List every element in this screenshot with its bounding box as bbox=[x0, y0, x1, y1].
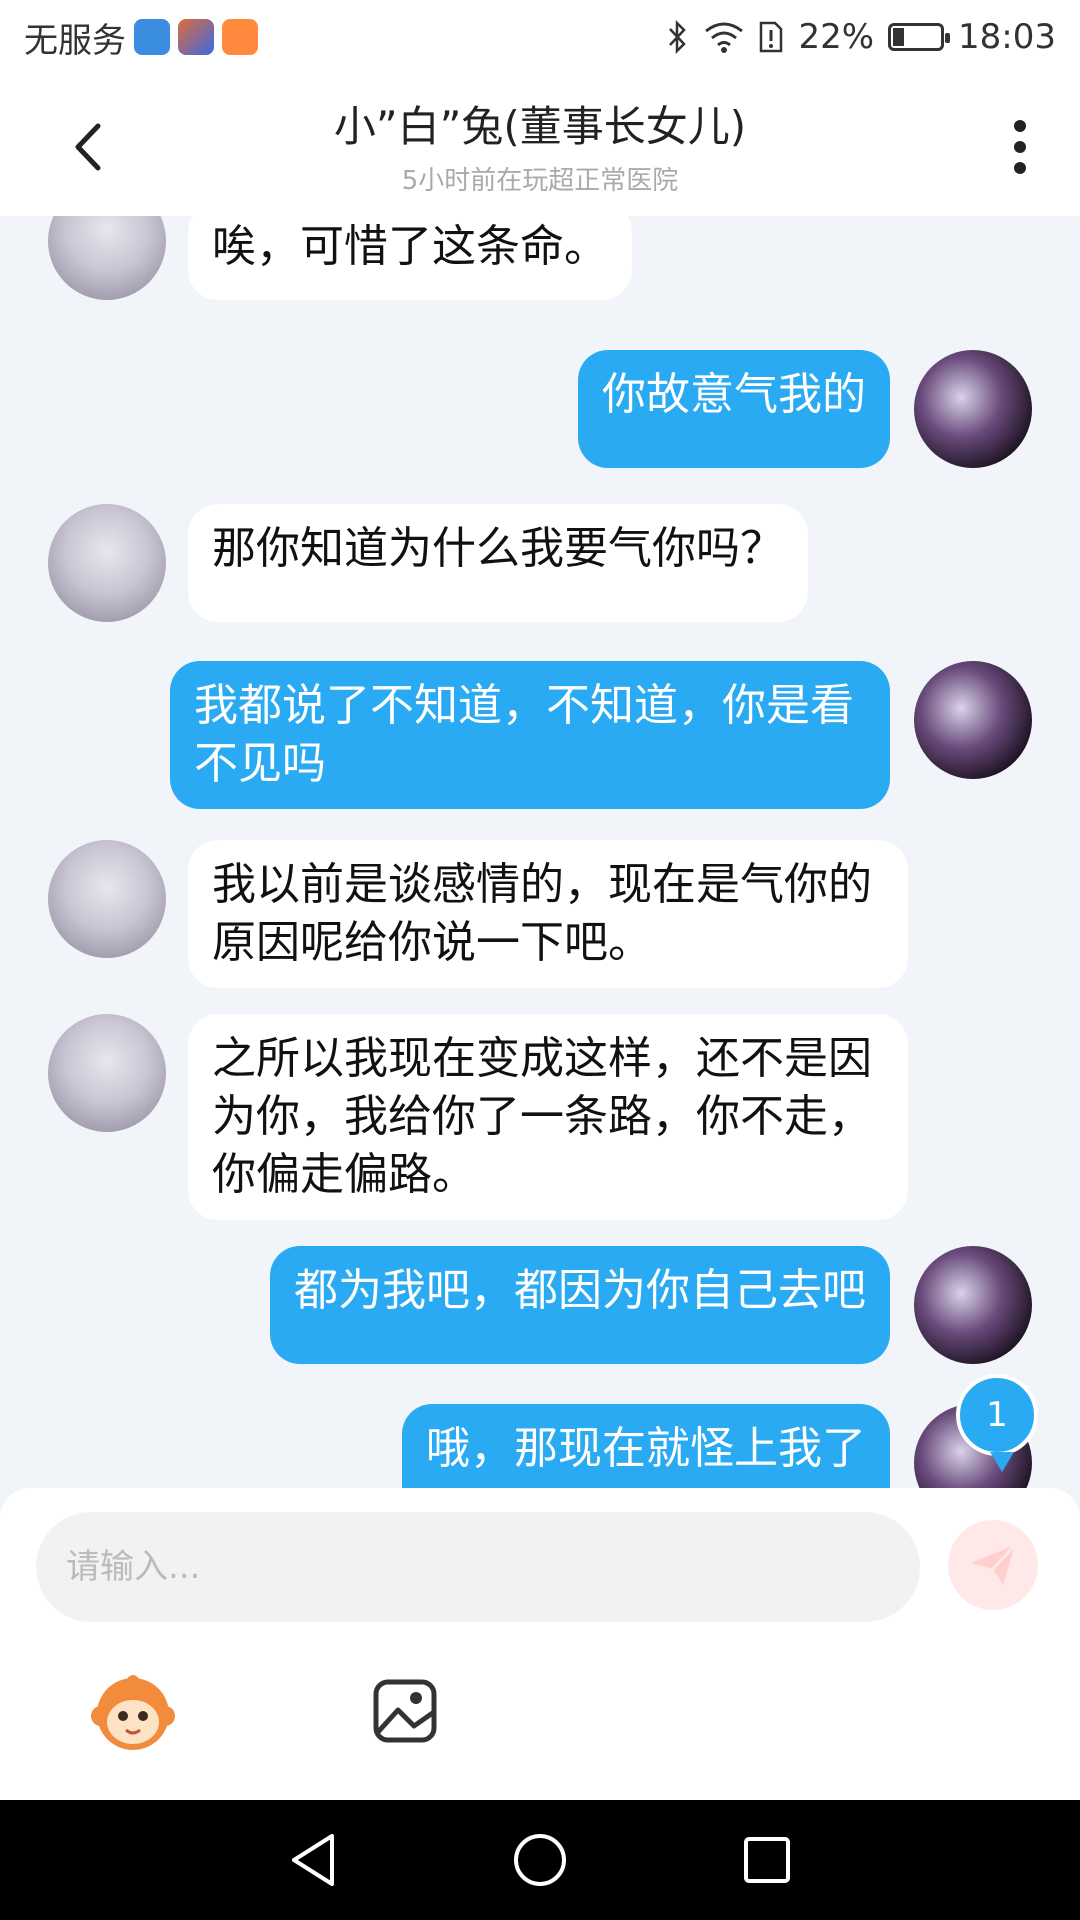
nav-recent-button[interactable] bbox=[732, 1825, 802, 1895]
more-vertical-icon bbox=[1014, 120, 1026, 132]
message-item: 都为我吧，都因为你自己去吧 bbox=[270, 1246, 1032, 1364]
image-button[interactable] bbox=[370, 1676, 440, 1746]
contact-avatar[interactable] bbox=[48, 840, 166, 958]
message-item: 之所以我现在变成这样，还不是因为你，我给你了一条路，你不走，你偏走偏路。 bbox=[48, 1014, 908, 1220]
sim-alert-icon bbox=[760, 21, 783, 53]
contact-avatar[interactable] bbox=[48, 216, 166, 300]
my-avatar[interactable] bbox=[914, 350, 1032, 468]
message-item: 我都说了不知道，不知道，你是看不见吗 bbox=[170, 661, 1032, 809]
input-area bbox=[0, 1488, 1080, 1800]
emoji-button[interactable] bbox=[90, 1668, 176, 1754]
image-icon bbox=[373, 1679, 437, 1743]
shield-app-icon bbox=[134, 19, 170, 55]
chat-header: 小”白”兔(董事长女儿) 5小时前在玩超正常医院 bbox=[0, 74, 1080, 216]
monkey-face-icon bbox=[91, 1675, 175, 1750]
triangle-back-icon bbox=[292, 1834, 335, 1886]
carrier-label: 无服务 bbox=[24, 20, 126, 61]
square-recent-icon bbox=[743, 1837, 790, 1883]
message-bubble[interactable]: 之所以我现在变成这样，还不是因为你，我给你了一条路，你不走，你偏走偏路。 bbox=[188, 1014, 908, 1220]
contact-avatar[interactable] bbox=[48, 504, 166, 622]
circle-home-icon bbox=[513, 1834, 566, 1886]
game-app-icon bbox=[178, 19, 214, 55]
battery-icon bbox=[888, 23, 951, 51]
chat-title: 小”白”兔(董事长女儿) bbox=[333, 102, 747, 151]
clock: 18:03 bbox=[958, 17, 1056, 57]
more-options-button[interactable] bbox=[990, 112, 1050, 182]
message-bubble[interactable]: 都为我吧，都因为你自己去吧 bbox=[270, 1246, 890, 1364]
message-list[interactable]: 唉，可惜了这条命。 你故意气我的 那你知道为什么我要气你吗？ 我都说了不知道，不… bbox=[0, 216, 1080, 1488]
message-input[interactable] bbox=[36, 1512, 920, 1622]
battery-percent: 22% bbox=[798, 17, 875, 57]
message-item: 我以前是谈感情的，现在是气你的原因呢给你说一下吧。 bbox=[48, 840, 908, 988]
message-bubble[interactable]: 唉，可惜了这条命。 bbox=[188, 216, 632, 300]
paper-plane-icon bbox=[971, 1543, 1017, 1585]
status-bar: 无服务 22% 18:03 bbox=[0, 0, 1080, 74]
bluetooth-icon bbox=[669, 20, 687, 54]
my-avatar[interactable] bbox=[914, 1246, 1032, 1364]
contact-avatar[interactable] bbox=[48, 1014, 166, 1132]
wifi-icon bbox=[705, 22, 744, 53]
nav-back-button[interactable] bbox=[278, 1825, 348, 1895]
status-left: 无服务 bbox=[24, 13, 258, 62]
title-block: 小”白”兔(董事长女儿) 5小时前在玩超正常医院 bbox=[334, 93, 746, 197]
status-right: 22% 18:03 bbox=[666, 17, 1056, 57]
message-bubble[interactable]: 你故意气我的 bbox=[578, 350, 890, 468]
more-dot bbox=[1014, 162, 1026, 174]
message-item: 那你知道为什么我要气你吗？ bbox=[48, 504, 808, 622]
more-dot bbox=[1014, 141, 1026, 153]
chevron-left-icon bbox=[75, 123, 101, 171]
system-nav-bar bbox=[0, 1800, 1080, 1920]
message-bubble[interactable]: 我都说了不知道，不知道，你是看不见吗 bbox=[170, 661, 890, 809]
message-item: 你故意气我的 bbox=[578, 350, 1032, 468]
chat-subtitle: 5小时前在玩超正常医院 bbox=[401, 166, 679, 196]
my-avatar[interactable] bbox=[914, 661, 1032, 779]
unread-badge[interactable]: 1 bbox=[956, 1374, 1038, 1472]
message-bubble[interactable]: 我以前是谈感情的，现在是气你的原因呢给你说一下吧。 bbox=[188, 840, 908, 988]
message-item: 哦，那现在就怪上我了 bbox=[402, 1404, 1032, 1488]
message-bubble[interactable]: 哦，那现在就怪上我了 bbox=[402, 1404, 890, 1488]
video-app-icon bbox=[222, 19, 258, 55]
back-button[interactable] bbox=[60, 112, 120, 182]
message-item: 唉，可惜了这条命。 bbox=[48, 216, 632, 300]
send-button[interactable] bbox=[948, 1520, 1038, 1610]
message-bubble[interactable]: 那你知道为什么我要气你吗？ bbox=[188, 504, 808, 622]
nav-home-button[interactable] bbox=[505, 1825, 575, 1895]
